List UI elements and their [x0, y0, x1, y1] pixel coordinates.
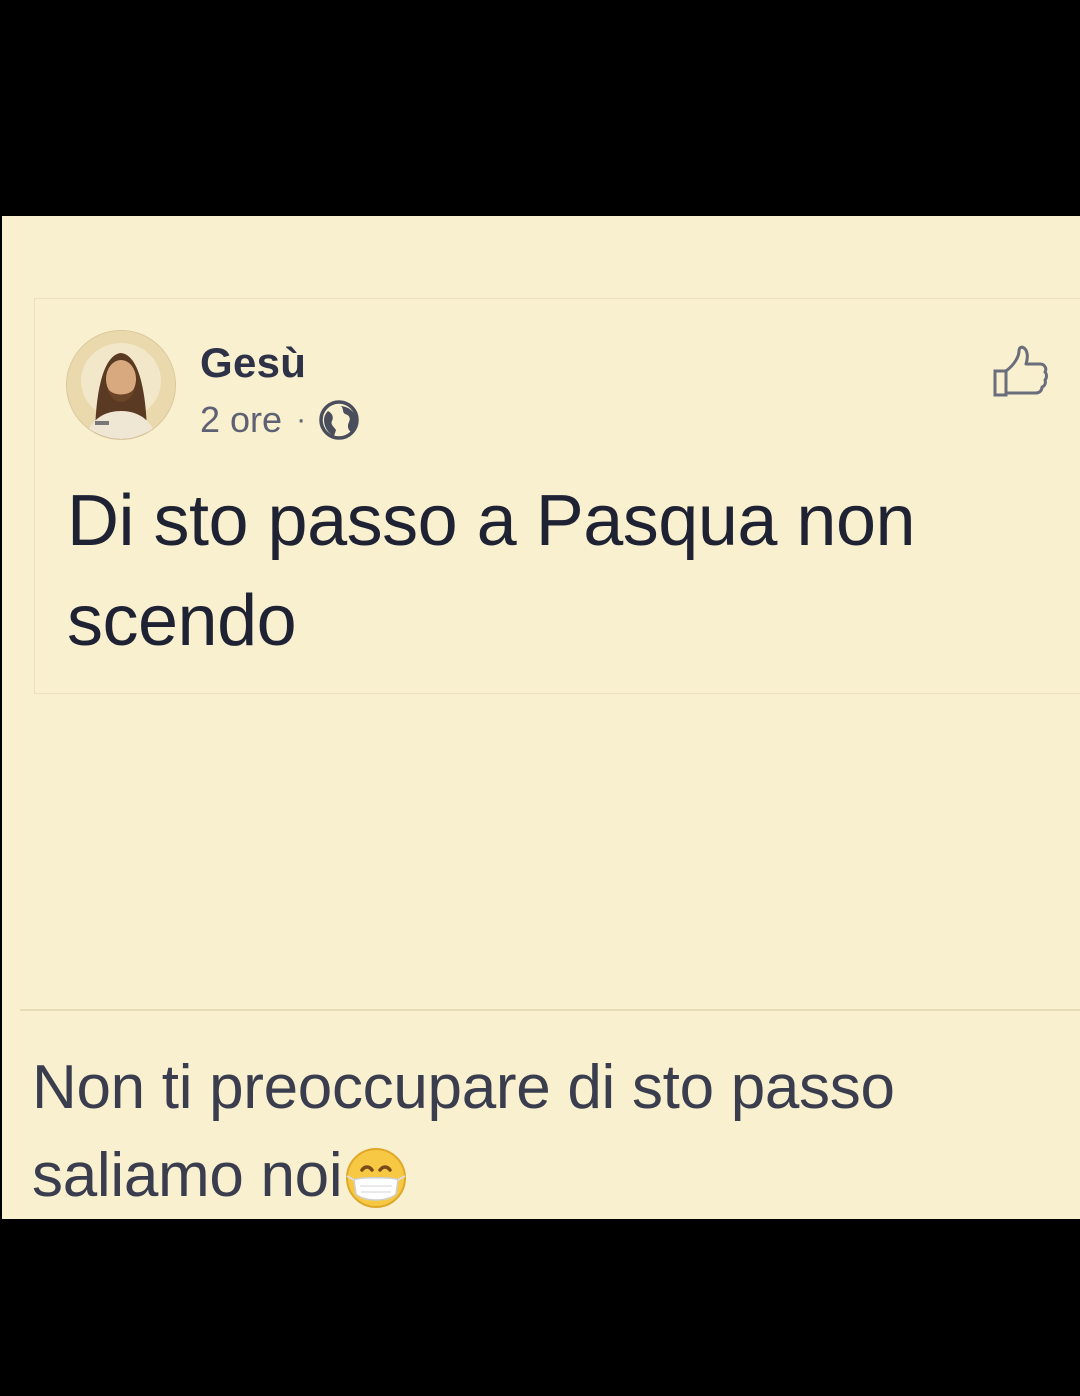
avatar-portrait	[67, 331, 175, 439]
comment: Non ti preoccupare di sto passo saliamo …	[32, 1044, 1052, 1220]
author-name[interactable]: Gesù	[200, 339, 306, 387]
face-with-medical-mask-icon	[344, 1146, 408, 1210]
post-text: Di sto passo a Pasqua non scendo	[67, 481, 916, 661]
screenshot-frame: Gesù 2 ore · Di sto passo a Pasqua non s…	[0, 0, 1080, 1396]
meta-separator: ·	[296, 403, 307, 436]
post-time[interactable]: 2 ore	[200, 399, 282, 441]
globe-icon	[318, 399, 360, 441]
divider	[20, 1009, 1080, 1011]
post-meta: 2 ore ·	[200, 399, 360, 441]
post-card: Gesù 2 ore · Di sto passo a Pasqua non s…	[34, 298, 1080, 694]
like-icon[interactable]	[990, 343, 1050, 403]
comment-text: Non ti preoccupare di sto passo saliamo …	[32, 1053, 895, 1210]
avatar[interactable]	[67, 331, 175, 439]
facebook-post-screen: Gesù 2 ore · Di sto passo a Pasqua non s…	[2, 216, 1080, 1219]
